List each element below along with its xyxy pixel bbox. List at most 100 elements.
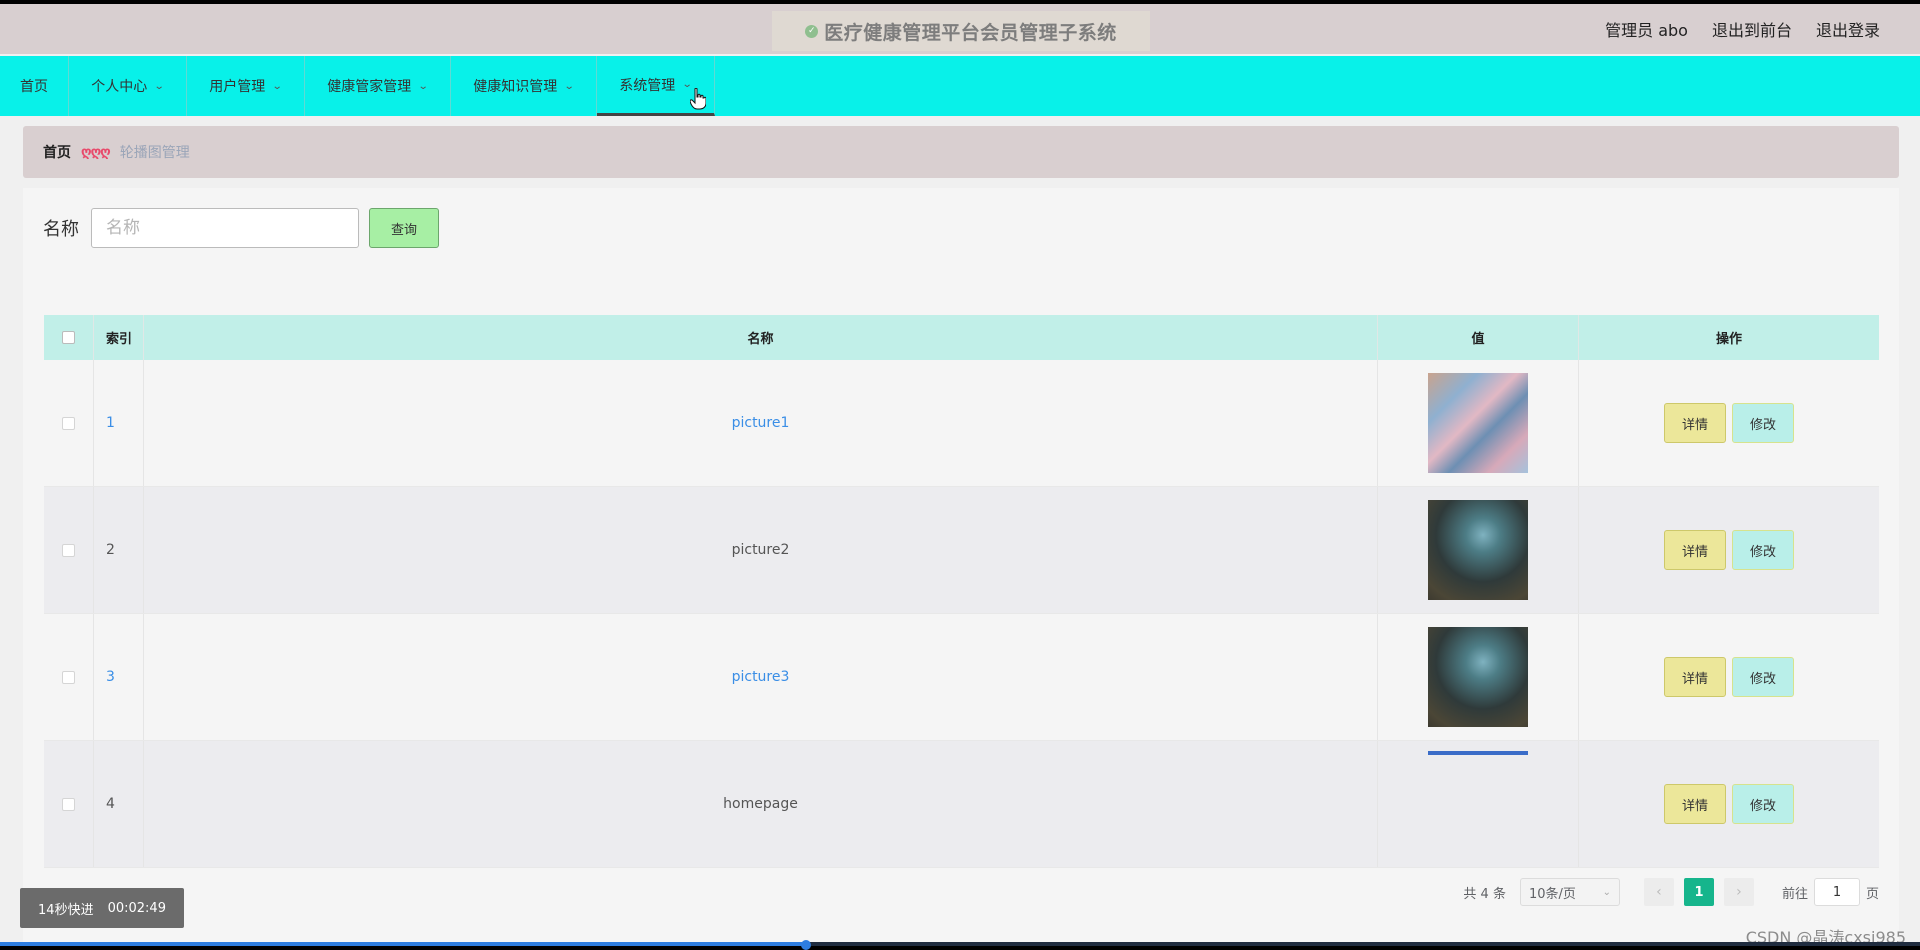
table-row: 2 picture2 详情 修改 <box>44 487 1879 614</box>
row-checkbox[interactable] <box>62 670 75 684</box>
main-nav: 首页 个人中心 ⌄ 用户管理 ⌄ 健康管家管理 ⌄ 健康知识管理 ⌄ 系统管理 … <box>0 56 1920 116</box>
video-speed-text: 14秒快进 <box>38 902 94 918</box>
video-progress-bar[interactable] <box>0 942 1920 946</box>
row-select-cell <box>44 614 94 740</box>
top-right-actions: 管理员 abo 退出到前台 退出登录 <box>1605 4 1880 54</box>
nav-item-label: 系统管理 <box>619 77 676 94</box>
logout-link[interactable]: 退出登录 <box>1816 17 1880 41</box>
row-ops: 详情 修改 <box>1579 614 1879 740</box>
top-bar: ✓ 医疗健康管理平台会员管理子系统 管理员 abo 退出到前台 退出登录 <box>0 4 1920 54</box>
hand-pointer-icon <box>690 88 706 110</box>
carousel-thumbnail[interactable] <box>1428 500 1528 600</box>
nav-item-label: 首页 <box>20 79 48 95</box>
exit-to-front-link[interactable]: 退出到前台 <box>1712 17 1792 41</box>
header-index: 索引 <box>94 315 144 360</box>
breadcrumb-current: 轮播图管理 <box>119 145 190 161</box>
nav-item-health-knowledge-management[interactable]: 健康知识管理 ⌄ <box>451 56 597 116</box>
table-row: 1 picture1 详情 修改 <box>44 360 1879 487</box>
header-ops: 操作 <box>1715 332 1742 347</box>
row-index: 3 <box>94 614 144 740</box>
edit-button[interactable]: 修改 <box>1732 403 1794 443</box>
breadcrumb-home[interactable]: 首页 <box>43 142 71 162</box>
nav-item-personal-center[interactable]: 个人中心 ⌄ <box>69 56 187 116</box>
row-ops: 详情 修改 <box>1579 487 1879 613</box>
name-search-input[interactable] <box>91 208 359 248</box>
header-name: 名称 <box>144 315 1378 360</box>
page: ✓ 医疗健康管理平台会员管理子系统 管理员 abo 退出到前台 退出登录 首页 … <box>0 4 1920 946</box>
breadcrumb-separator: ღღღ <box>81 144 111 160</box>
search-button[interactable]: 查询 <box>369 208 439 248</box>
page-number-current[interactable]: 1 <box>1683 878 1714 906</box>
chevron-down-icon: ⌄ <box>272 80 283 92</box>
table-row: 4 homepage 详情 修改 <box>44 741 1879 868</box>
pagination-total: 共 4 条 <box>1463 886 1506 902</box>
goto-prefix: 前往 <box>1781 886 1808 902</box>
row-checkbox[interactable] <box>62 416 75 430</box>
nav-item-health-steward-management[interactable]: 健康管家管理 ⌄ <box>305 56 451 116</box>
nav-item-label: 个人中心 <box>91 79 148 95</box>
video-speed-badge: 14秒快进 00:02:49 <box>20 888 184 928</box>
row-checkbox[interactable] <box>62 797 75 811</box>
app-title-box: ✓ 医疗健康管理平台会员管理子系统 <box>772 11 1150 51</box>
header-select-cell <box>44 315 94 360</box>
row-index: 4 <box>94 741 144 867</box>
row-name: homepage <box>144 741 1378 867</box>
breadcrumb: 首页 ღღღ 轮播图管理 <box>23 126 1899 178</box>
row-ops: 详情 修改 <box>1579 360 1879 486</box>
chevron-down-icon: ⌄ <box>418 80 429 92</box>
nav-item-home[interactable]: 首页 <box>0 56 69 116</box>
current-user: 管理员 abo <box>1605 21 1688 40</box>
row-value-cell <box>1378 741 1579 867</box>
row-select-cell <box>44 360 94 486</box>
chevron-down-icon: ⌄ <box>1602 886 1611 898</box>
goto-suffix: 页 <box>1865 886 1879 902</box>
header-value: 值 <box>1378 315 1579 360</box>
page-size-select[interactable]: 10条/页 ⌄ <box>1519 878 1620 906</box>
row-index: 1 <box>94 360 144 486</box>
row-checkbox[interactable] <box>62 543 75 557</box>
search-bar: 名称 查询 <box>43 208 439 248</box>
detail-button[interactable]: 详情 <box>1664 403 1726 443</box>
row-name: picture2 <box>144 487 1378 613</box>
edit-button[interactable]: 修改 <box>1732 530 1794 570</box>
detail-button[interactable]: 详情 <box>1664 657 1726 697</box>
table-row: 3 picture3 详情 修改 <box>44 614 1879 741</box>
row-value-cell <box>1378 614 1579 740</box>
app-title: 医疗健康管理平台会员管理子系统 <box>824 21 1117 44</box>
pagination: 共 4 条 10条/页 ⌄ ‹ 1 › 前往 页 <box>1463 878 1879 906</box>
goto-page-input[interactable] <box>1813 878 1860 906</box>
row-name: picture1 <box>144 360 1378 486</box>
row-ops: 详情 修改 <box>1579 741 1879 867</box>
row-name: picture3 <box>144 614 1378 740</box>
video-progress-fill <box>0 942 807 946</box>
carousel-thumbnail[interactable] <box>1428 373 1528 473</box>
page-goto: 前往 页 <box>1782 878 1879 906</box>
nav-item-user-management[interactable]: 用户管理 ⌄ <box>187 56 305 116</box>
row-value-cell <box>1378 360 1579 486</box>
row-index: 2 <box>94 487 144 613</box>
check-circle-icon: ✓ <box>805 24 819 38</box>
video-time-text: 00:02:49 <box>107 900 166 916</box>
nav-item-label: 健康知识管理 <box>473 79 558 95</box>
next-page-button[interactable]: › <box>1723 878 1754 906</box>
video-progress-handle[interactable] <box>801 940 812 950</box>
edit-button[interactable]: 修改 <box>1732 784 1794 824</box>
prev-page-button[interactable]: ‹ <box>1643 878 1674 906</box>
carousel-table: 索引 名称 值 操作 1 picture1 详情 修改 2 picture2 详… <box>44 315 1879 868</box>
carousel-thumbnail[interactable] <box>1428 751 1528 755</box>
table-header: 索引 名称 值 操作 <box>44 315 1879 360</box>
select-all-checkbox[interactable] <box>62 331 75 344</box>
nav-item-label: 健康管家管理 <box>327 79 412 95</box>
row-select-cell <box>44 487 94 613</box>
search-label: 名称 <box>43 219 79 240</box>
chevron-down-icon: ⌄ <box>564 80 575 92</box>
detail-button[interactable]: 详情 <box>1664 784 1726 824</box>
nav-item-label: 用户管理 <box>209 79 266 95</box>
detail-button[interactable]: 详情 <box>1664 530 1726 570</box>
carousel-thumbnail[interactable] <box>1428 627 1528 727</box>
main-content: 名称 查询 索引 名称 值 操作 1 picture1 详情 <box>23 188 1899 946</box>
page-size-value: 10条/页 <box>1528 886 1576 902</box>
chevron-down-icon: ⌄ <box>154 80 165 92</box>
row-value-cell <box>1378 487 1579 613</box>
edit-button[interactable]: 修改 <box>1732 657 1794 697</box>
